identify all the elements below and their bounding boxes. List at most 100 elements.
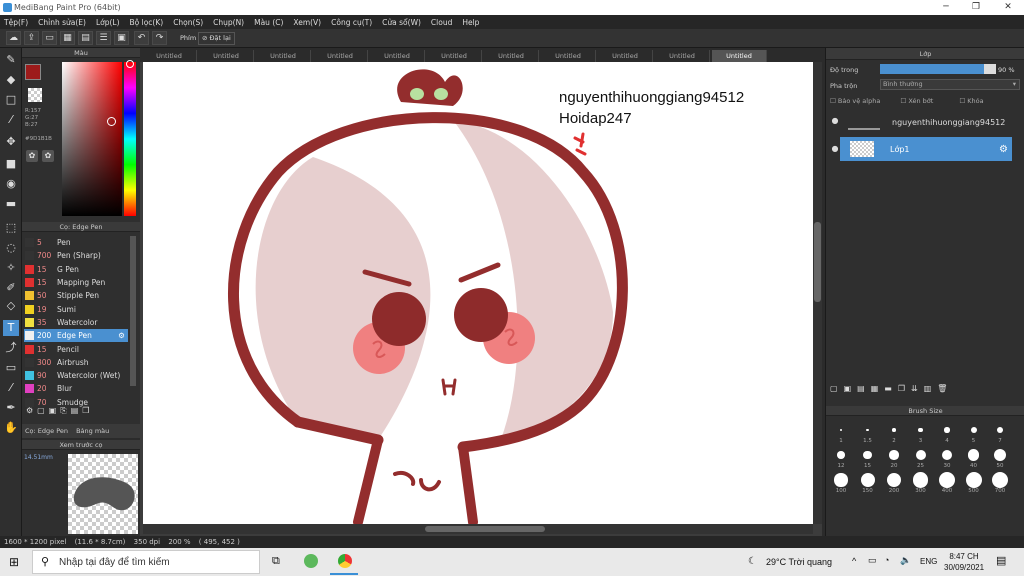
- menu-snap[interactable]: Chụp(N): [213, 18, 244, 27]
- menu-tools[interactable]: Công cụ(T): [331, 18, 372, 27]
- chrome-icon[interactable]: [338, 554, 352, 568]
- brush-size-cell[interactable]: 1: [828, 420, 854, 444]
- rect-tool-icon[interactable]: □: [3, 92, 19, 108]
- clock[interactable]: 8:47 CH 30/09/2021: [944, 551, 984, 573]
- vertical-scrollbar[interactable]: [813, 62, 822, 524]
- menu-layer[interactable]: Lớp(L): [96, 18, 120, 27]
- menu-color[interactable]: Màu (C): [254, 18, 283, 27]
- brush-size-cell[interactable]: 7: [987, 420, 1013, 444]
- vscroll-thumb[interactable]: [814, 222, 821, 302]
- menu-view[interactable]: Xem(V): [293, 18, 321, 27]
- operation-tool-icon[interactable]: ⤴: [3, 340, 19, 356]
- document-tab[interactable]: Untitled: [256, 50, 311, 62]
- brush-item[interactable]: 15 Pencil: [24, 342, 128, 355]
- brush-item[interactable]: 5 Pen: [24, 236, 128, 249]
- windows-start-icon[interactable]: ⊞: [9, 555, 19, 569]
- brush-item[interactable]: 35 Watercolor: [24, 316, 128, 329]
- frame-tool-icon[interactable]: ▭: [3, 360, 19, 376]
- saturation-picker[interactable]: [62, 62, 122, 216]
- list-icon[interactable]: ☰: [96, 31, 111, 45]
- gear-icon[interactable]: ⚙: [118, 331, 125, 340]
- tray-chevron-icon[interactable]: ^: [852, 556, 856, 566]
- document-tab[interactable]: Untitled: [541, 50, 596, 62]
- layer-row[interactable]: nguyenthihuonggiang94512: [840, 110, 1012, 134]
- brush-item[interactable]: 50 Stipple Pen: [24, 289, 128, 302]
- eyedropper-icon[interactable]: ✒: [3, 400, 19, 416]
- select-eraser-icon[interactable]: ◇: [3, 298, 19, 314]
- brush-size-cell[interactable]: 25: [908, 445, 934, 469]
- brush-size-cell[interactable]: 4: [934, 420, 960, 444]
- palette-icon[interactable]: ✿: [26, 150, 38, 162]
- menu-select[interactable]: Chọn(S): [173, 18, 203, 27]
- layer-settings-icon[interactable]: ▥: [924, 384, 932, 398]
- document-tab[interactable]: Untitled: [370, 50, 425, 62]
- search-box[interactable]: ⚲ Nhập tại đây để tìm kiếm: [32, 550, 260, 574]
- cloud-icon[interactable]: ☁: [6, 31, 21, 45]
- add-brush-icon[interactable]: ▢: [37, 406, 45, 422]
- lasso-tool-icon[interactable]: ◌: [3, 240, 19, 256]
- folder-icon[interactable]: ▤: [71, 406, 79, 422]
- new-layer-1bit-icon[interactable]: ▤: [857, 384, 865, 398]
- brush-size-cell[interactable]: 150: [855, 470, 881, 494]
- fg-color-swatch[interactable]: [25, 64, 41, 80]
- task-view-icon[interactable]: ⧉: [272, 555, 280, 568]
- brush-size-cell[interactable]: 400: [934, 470, 960, 494]
- brush-size-cell[interactable]: 700: [987, 470, 1013, 494]
- frame-icon[interactable]: ▣: [114, 31, 129, 45]
- brush-item[interactable]: 20 Blur: [24, 382, 128, 395]
- duplicate-layer-icon[interactable]: ❐: [898, 384, 905, 398]
- divide-tool-icon[interactable]: ⁄: [3, 380, 19, 396]
- pen-tool-icon[interactable]: ⁄: [3, 112, 19, 128]
- magic-wand-icon[interactable]: ✧: [3, 260, 19, 276]
- brush-settings-icon[interactable]: ⚙: [26, 406, 33, 422]
- folder-icon[interactable]: ▬: [884, 384, 892, 398]
- move-tool-icon[interactable]: ✥: [3, 134, 19, 150]
- drawing-canvas[interactable]: nguyenthihuonggiang94512 Hoidap247: [143, 62, 813, 524]
- transparent-swatch[interactable]: [28, 88, 42, 102]
- document-tab[interactable]: Untitled: [484, 50, 539, 62]
- brush-item[interactable]: 700 Pen (Sharp): [24, 249, 128, 262]
- brush-item[interactable]: 200 Edge Pen ⚙: [24, 329, 128, 343]
- menu-cloud[interactable]: Cloud: [431, 18, 452, 27]
- lock-checkbox[interactable]: ☐ Khóa: [959, 97, 983, 105]
- gradient-tool-icon[interactable]: ▬: [3, 196, 19, 212]
- shape-tool-icon[interactable]: ■: [3, 156, 19, 172]
- brush-size-cell[interactable]: 3: [908, 420, 934, 444]
- comment-icon[interactable]: ▭: [42, 31, 57, 45]
- brush-item[interactable]: 300 Airbrush: [24, 356, 128, 369]
- document-tab[interactable]: Untitled: [655, 50, 710, 62]
- clipping-checkbox[interactable]: ☐ Xén bớt: [900, 97, 933, 105]
- menu-filter[interactable]: Bộ lọc(K): [130, 18, 164, 27]
- brush-size-cell[interactable]: 30: [934, 445, 960, 469]
- eye-icon[interactable]: ●: [830, 144, 840, 153]
- speaker-icon[interactable]: 🔈: [900, 555, 911, 566]
- document-tab[interactable]: Untitled: [712, 50, 767, 62]
- copy-brush-icon[interactable]: ⎘: [60, 406, 66, 422]
- brush-size-cell[interactable]: 40: [961, 445, 987, 469]
- hue-cursor[interactable]: [126, 60, 134, 68]
- language-indicator[interactable]: ENG: [920, 557, 937, 566]
- menu-file[interactable]: Tệp(F): [4, 18, 28, 27]
- menu-edit[interactable]: Chỉnh sửa(E): [38, 18, 86, 27]
- opacity-slider[interactable]: [880, 64, 996, 74]
- brush-list-scrollbar[interactable]: [130, 236, 136, 386]
- maximize-button[interactable]: ❐: [962, 0, 990, 15]
- select-pen-icon[interactable]: ✐: [3, 280, 19, 296]
- blend-select[interactable]: Bình thường ▾: [880, 79, 1020, 90]
- merge-layer-icon[interactable]: ⇊: [911, 384, 918, 398]
- brush-size-cell[interactable]: 15: [855, 445, 881, 469]
- document-tab[interactable]: Untitled: [142, 50, 197, 62]
- brush-item[interactable]: 15 G Pen: [24, 263, 128, 276]
- grid-icon[interactable]: ▦: [60, 31, 75, 45]
- brush-item[interactable]: 19 Sumi: [24, 303, 128, 316]
- brush-item[interactable]: 90 Watercolor (Wet): [24, 369, 128, 382]
- tab-brush[interactable]: Cọ: Edge Pen: [25, 427, 68, 435]
- reset-button[interactable]: ⊘ Đặt lại: [198, 32, 235, 45]
- undo-icon[interactable]: ↶: [134, 31, 149, 45]
- app-icon-medibang[interactable]: [304, 554, 318, 568]
- select-tool-icon[interactable]: ⬚: [3, 220, 19, 236]
- brush-item[interactable]: 15 Mapping Pen: [24, 276, 128, 289]
- brush-size-cell[interactable]: 500: [961, 470, 987, 494]
- layer-row-selected[interactable]: Lớp1 ⚙: [840, 137, 1012, 161]
- hue-slider[interactable]: [124, 62, 136, 216]
